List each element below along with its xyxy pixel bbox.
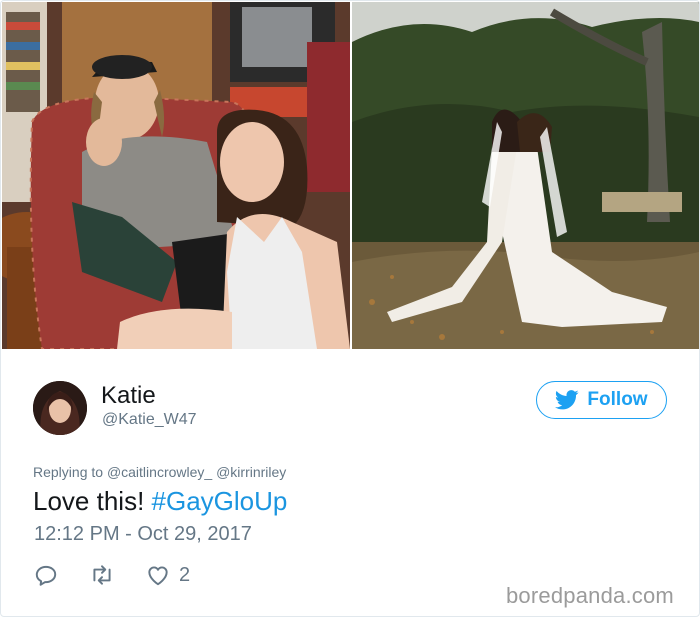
replying-to-line: Replying to @caitlincrowley_ @kirrinrile… (33, 464, 286, 480)
replying-to-prefix: Replying to (33, 464, 104, 480)
retweet-icon (93, 565, 111, 585)
follow-button[interactable]: Follow (536, 381, 667, 419)
like-button[interactable]: 2 (145, 562, 190, 588)
watermark-text: boredpanda.com (506, 583, 674, 608)
photo-after[interactable] (352, 2, 699, 349)
avatar[interactable] (33, 381, 87, 435)
reply-mention-2[interactable]: @kirrinriley (216, 464, 286, 480)
tweet-actions: 2 (33, 561, 190, 589)
user-handle[interactable]: @Katie_W47 (102, 411, 197, 429)
photo-after-image (352, 2, 699, 349)
reply-mention-1[interactable]: @caitlincrowley_ (107, 464, 212, 480)
tweet-card: Katie @Katie_W47 Follow Replying to @cai… (0, 0, 700, 617)
tweet-body: Love this! (33, 486, 145, 516)
reply-icon (35, 565, 57, 586)
retweet-button[interactable] (89, 562, 115, 588)
photo-before[interactable] (2, 2, 350, 349)
tweet-photos (2, 2, 699, 349)
heart-icon (148, 566, 168, 586)
tweet-text: Love this! #GayGloUp (33, 486, 287, 517)
tweet-hashtag[interactable]: #GayGloUp (152, 486, 288, 516)
photo-before-image (2, 2, 350, 349)
tweet-timestamp[interactable]: 12:12 PM - Oct 29, 2017 (34, 523, 252, 546)
reply-button[interactable] (33, 562, 59, 588)
follow-button-label: Follow (587, 389, 648, 410)
twitter-bird-icon (555, 390, 580, 410)
avatar-image (33, 381, 87, 435)
display-name[interactable]: Katie (101, 382, 156, 410)
like-count: 2 (179, 563, 191, 586)
